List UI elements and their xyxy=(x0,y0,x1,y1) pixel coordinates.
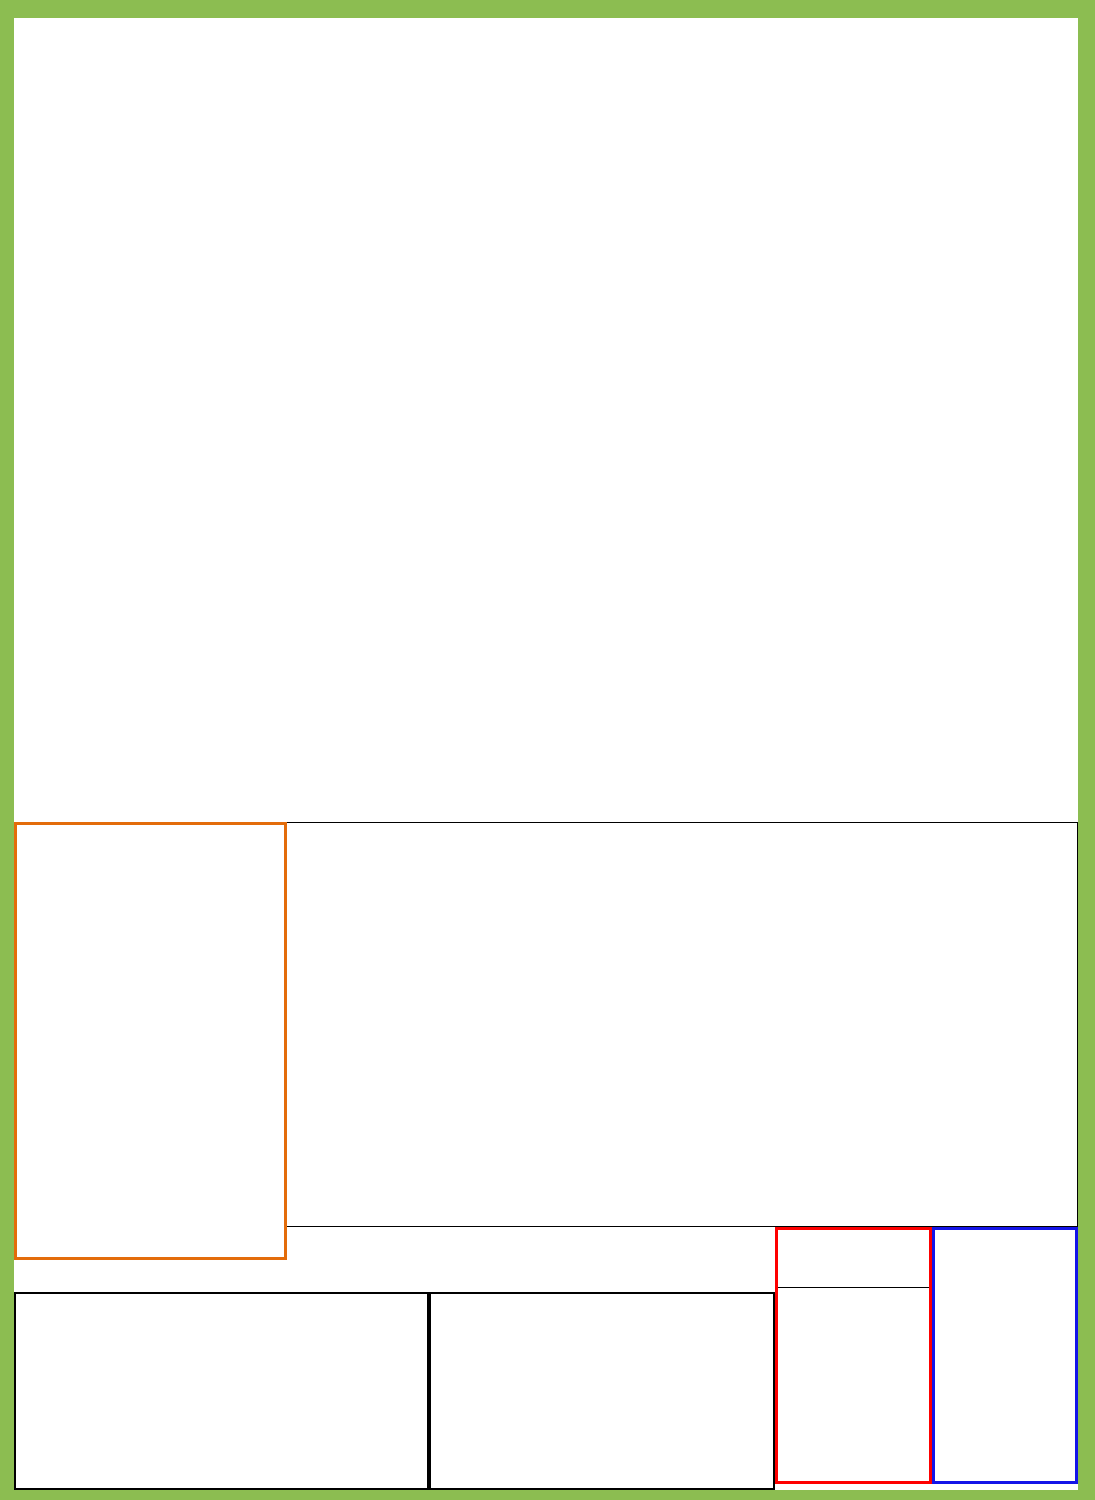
page xyxy=(0,0,1095,1500)
zodiac-stats-table xyxy=(14,822,287,1260)
count-distribution-table xyxy=(287,822,1078,1227)
zodiac-number-grid-right xyxy=(429,1292,775,1490)
note-row xyxy=(14,1263,775,1292)
limit-box-rows xyxy=(778,1288,929,1482)
limit-box-title xyxy=(778,1230,929,1288)
unreleased-zodiac-limit-box xyxy=(775,1227,932,1484)
empty-blue-box xyxy=(932,1227,1078,1484)
zodiac-number-grid-left xyxy=(14,1292,429,1490)
